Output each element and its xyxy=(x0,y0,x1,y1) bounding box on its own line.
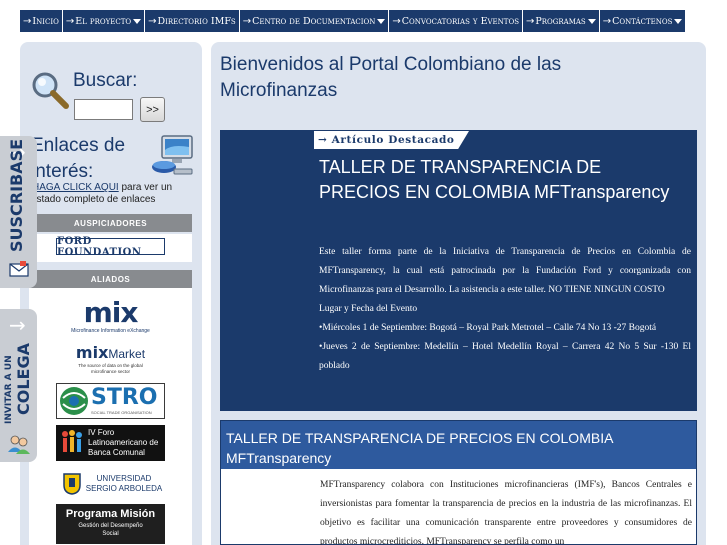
mix-logo[interactable]: mix Microfinance Information eXchange xyxy=(56,298,165,340)
top-nav: → Inicio → El proyecto → Directorio IMFs → C… xyxy=(20,10,687,32)
stro-tagline: SOCIAL TRADE ORGANISATION xyxy=(91,410,152,415)
allies-header: ALIADOS xyxy=(29,270,192,288)
ford-foundation-logo[interactable]: FORD FOUNDATION xyxy=(56,236,165,258)
page-title: Bienvenidos al Portal Colombiano de las … xyxy=(220,54,562,101)
subscribe-label: SUSCRIBASE xyxy=(7,138,26,252)
stro-logo[interactable]: STRO SOCIAL TRADE ORGANISATION xyxy=(56,383,165,419)
subscribe-tab[interactable]: → SUSCRIBASE xyxy=(0,136,37,288)
mixmarket-logo[interactable]: mixMarket The source of data on the glob… xyxy=(56,344,165,376)
nav-el-proyecto[interactable]: → El proyecto xyxy=(62,10,146,32)
featured-place-label: Lugar y Fecha del Evento xyxy=(319,304,418,314)
usa-logo[interactable]: UNIVERSIDAD SERGIO ARBOLEDA xyxy=(56,471,165,497)
invite-colleague-tab[interactable]: → INVITAR A UN COLEGA xyxy=(0,309,37,462)
arrow-right-icon: → xyxy=(148,15,157,27)
arrow-right-icon: → xyxy=(602,15,612,27)
article-card-title[interactable]: TALLER DE TRANSPARENCIA DE PRECIOS EN CO… xyxy=(226,428,666,468)
foro-text: IV Foro Latinoamericano de Banca Comunal xyxy=(88,428,158,458)
stro-logo-text: STRO xyxy=(91,385,158,410)
computer-icon xyxy=(152,135,193,175)
main-content: Bienvenidos al Portal Colombiano de las … xyxy=(211,42,706,545)
featured-badge: → Artículo Destacado xyxy=(314,131,469,149)
arrow-right-icon: → xyxy=(9,313,26,337)
nav-label: Inicio xyxy=(32,15,59,27)
search-input[interactable] xyxy=(74,99,133,120)
arrow-right-icon: → xyxy=(242,15,252,27)
links-click-here-link[interactable]: HAGA CLICK AQUI xyxy=(32,182,119,193)
magnifier-icon xyxy=(32,72,69,109)
stro-globe-icon xyxy=(60,387,88,415)
mixmarket-tagline: The source of data on the global microfi… xyxy=(78,363,143,374)
sponsors-box: FORD FOUNDATION xyxy=(29,234,192,262)
mixmarket-logo-mix: mix xyxy=(75,343,109,362)
arrow-right-icon: → xyxy=(526,15,535,27)
featured-body: Este taller forma parte de la Iniciativa… xyxy=(319,243,691,376)
arrow-right-icon: → xyxy=(65,15,75,27)
foro-line3: Banca Comunal xyxy=(88,448,145,457)
nav-convocatorias[interactable]: → Convocatorias y Eventos xyxy=(389,10,523,32)
search-button[interactable]: >> xyxy=(140,97,165,122)
featured-article: → Artículo Destacado TALLER DE TRANSPARE… xyxy=(220,130,697,411)
nav-label: Centro de Documentacion xyxy=(252,15,376,27)
arrow-right-icon: → xyxy=(392,15,401,27)
people-icon xyxy=(8,435,30,454)
article-card-header: TALLER DE TRANSPARENCIA DE PRECIOS EN CO… xyxy=(221,421,696,469)
featured-body-text: Este taller forma parte de la Iniciativa… xyxy=(319,247,691,295)
foro-line2: Latinoamericano de xyxy=(88,438,159,447)
foro-people-icon xyxy=(62,430,82,452)
caret-down-icon xyxy=(587,18,596,24)
programa-line2: Gestión del Desempeño xyxy=(78,523,143,529)
invite-label-line1: INVITAR A UN xyxy=(4,355,14,424)
nav-inicio[interactable]: → Inicio xyxy=(20,10,63,32)
nav-contactenos[interactable]: → Contáctenos xyxy=(599,10,687,32)
featured-event-2: •Jueves 2 de Septiembre: Medellín – Hote… xyxy=(319,342,691,371)
featured-title[interactable]: TALLER DE TRANSPARENCIA DE PRECIOS EN CO… xyxy=(319,155,679,205)
featured-event-1: •Miércoles 1 de Septiembre: Bogotá – Roy… xyxy=(319,323,657,333)
usa-line2: SERGIO ARBOLEDA xyxy=(85,484,163,493)
nav-centro-documentacion[interactable]: → Centro de Documentacion xyxy=(239,10,390,32)
nav-label: Directorio IMFs xyxy=(157,15,236,27)
invite-label-line2: COLEGA xyxy=(14,343,33,415)
programa-line3: Social xyxy=(102,531,119,537)
allies-box: mix Microfinance Information eXchange mi… xyxy=(29,288,192,545)
arrow-right-icon: → xyxy=(23,15,32,27)
usa-text: UNIVERSIDAD SERGIO ARBOLEDA xyxy=(84,474,164,494)
article-card: TALLER DE TRANSPARENCIA DE PRECIOS EN CO… xyxy=(220,420,697,545)
programa-mision-logo[interactable]: Programa Misión Gestión del Desempeño So… xyxy=(56,504,165,544)
mix-tagline: Microfinance Information eXchange xyxy=(71,328,150,334)
envelope-icon xyxy=(9,261,29,277)
foro-logo[interactable]: IV Foro Latinoamericano de Banca Comunal xyxy=(56,425,165,461)
nav-label: El proyecto xyxy=(75,15,132,27)
sidebar: Buscar: >> Enlaces de interés: HAGA CLIC… xyxy=(20,42,202,545)
mix-logo-text: mix xyxy=(83,296,139,329)
nav-label: Convocatorias y Eventos xyxy=(401,15,519,27)
programa-line1: Programa Misión xyxy=(65,508,156,520)
sponsors-header: AUSPICIADORES xyxy=(29,214,192,232)
caret-down-icon xyxy=(674,18,683,24)
nav-label: Programas xyxy=(535,15,586,27)
nav-label: Contáctenos xyxy=(612,15,673,27)
links-description: HAGA CLICK AQUI para ver un listado comp… xyxy=(32,182,194,206)
search-title: Buscar: xyxy=(73,70,138,91)
foro-line1: IV Foro xyxy=(88,428,115,437)
mixmarket-logo-word: Market xyxy=(108,347,146,361)
usa-line1: UNIVERSIDAD xyxy=(96,474,152,483)
usa-shield-icon xyxy=(63,473,81,495)
page: → Inicio → El proyecto → Directorio IMFs → C… xyxy=(0,0,727,545)
article-card-body: MFTransparency colabora con Institucione… xyxy=(320,480,692,545)
links-title: Enlaces de interés: xyxy=(31,135,126,182)
caret-down-icon xyxy=(377,18,386,24)
nav-directorio-imfs[interactable]: → Directorio IMFs xyxy=(145,10,240,32)
nav-programas[interactable]: → Programas xyxy=(523,10,600,32)
caret-down-icon xyxy=(133,18,142,24)
